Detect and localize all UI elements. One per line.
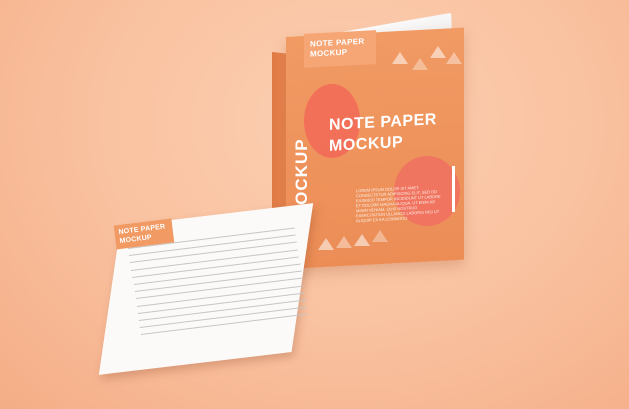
box-title: NOTE PAPER MOCKUP: [329, 109, 437, 157]
sheet-label-text: NOTE PAPER MOCKUP: [118, 222, 167, 246]
box-white-bar: [452, 165, 455, 213]
box-top-label-line2: MOCKUP: [310, 47, 348, 59]
decor-triangle: [392, 52, 408, 64]
box-top-label: NOTE PAPER MOCKUP: [304, 30, 376, 68]
box-body-text: LOREM IPSUM DOLOR SIT AMET, CONSECTETUR …: [356, 184, 441, 224]
box-top-label-text: NOTE PAPER MOCKUP: [310, 37, 364, 60]
decor-triangle: [336, 236, 352, 248]
decor-triangle: [354, 234, 370, 246]
mockup-scene: NOTE PAPER MOCKUP MOCKUP NOTE PAPER MOCK…: [0, 0, 629, 409]
decor-triangle: [372, 230, 388, 242]
decor-triangle: [318, 238, 334, 250]
decor-triangle: [430, 46, 446, 58]
decor-triangle: [412, 58, 428, 70]
decor-triangle: [446, 52, 462, 64]
